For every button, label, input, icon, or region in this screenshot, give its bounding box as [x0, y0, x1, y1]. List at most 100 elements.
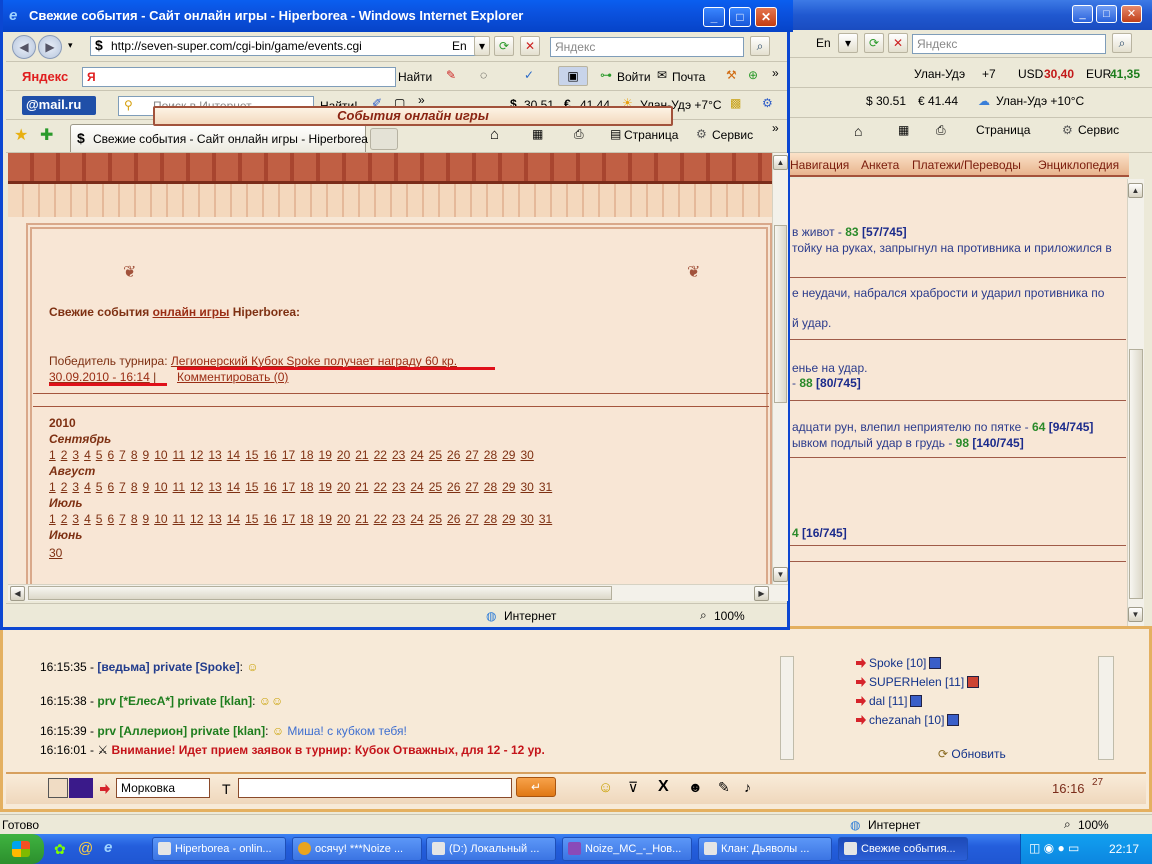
calendar-day-link[interactable]: 1	[49, 448, 56, 462]
calendar-day-link[interactable]: 2	[61, 480, 68, 494]
calendar-day-link[interactable]: 26	[447, 512, 460, 526]
close-button[interactable]: ✕	[755, 7, 777, 27]
refresh-button[interactable]: ⟳ Обновить	[938, 747, 1006, 761]
chat-nick[interactable]: [ведьма] private [Spoke]	[97, 660, 239, 674]
calendar-day-link[interactable]: 27	[465, 480, 478, 494]
chat-nick[interactable]: prv [Аллерион] private [klan]	[97, 724, 265, 738]
user-info-icon[interactable]	[929, 657, 942, 669]
task-noize-mc[interactable]: Noize_MC_-_Нов...	[562, 837, 692, 861]
color-picker-icon[interactable]	[48, 778, 68, 798]
log-scrollbar[interactable]: ▲ ▼	[1127, 179, 1144, 626]
calendar-day-link[interactable]: 11	[173, 480, 185, 494]
calendar-day-link[interactable]: 6	[107, 448, 114, 462]
calendar-day-link[interactable]: 24	[410, 512, 423, 526]
chat-scrollbar[interactable]	[780, 656, 794, 760]
calendar-day-link[interactable]: 17	[282, 512, 295, 526]
scroll-thumb[interactable]	[774, 225, 787, 403]
calendar-day-link[interactable]: 24	[410, 480, 423, 494]
calendar-day-link[interactable]: 23	[392, 512, 405, 526]
maximize-button[interactable]: □	[1096, 5, 1117, 23]
ie-icon[interactable]: e	[104, 839, 112, 856]
calendar-day-link[interactable]: 20	[337, 480, 350, 494]
home-icon[interactable]: ⌂	[854, 123, 862, 139]
calendar-day-link[interactable]: 19	[319, 448, 332, 462]
tray-clock[interactable]: 22:17	[1109, 842, 1139, 856]
weather[interactable]: Улан-Удэ +10°C	[996, 94, 1084, 108]
brush-icon[interactable]: ✎	[718, 779, 730, 796]
chat-message-input[interactable]	[238, 778, 512, 798]
calendar-day-link[interactable]: 6	[107, 512, 114, 526]
login-button[interactable]: Войти	[617, 70, 651, 84]
calendar-day-link[interactable]: 22	[374, 448, 387, 462]
minimize-button[interactable]: _	[703, 7, 725, 27]
close-button[interactable]: ✕	[1121, 5, 1142, 23]
calendar-day-link[interactable]: 31	[539, 480, 552, 494]
stop-icon[interactable]: ✕	[520, 36, 540, 56]
task-klan[interactable]: Клан: Дьяволы ...	[698, 837, 832, 861]
service-menu[interactable]: Сервис	[1078, 123, 1119, 137]
user-info-icon[interactable]	[910, 695, 923, 707]
calendar-day-link[interactable]: 23	[392, 480, 405, 494]
dropdown-icon[interactable]: ▾	[838, 33, 858, 53]
calendar-day-link[interactable]: 29	[502, 448, 515, 462]
scroll-right-icon[interactable]: ▶	[754, 586, 769, 601]
yandex-logo[interactable]: Яндекс	[22, 69, 68, 84]
task-local-disk[interactable]: (D:) Локальный ...	[426, 837, 556, 861]
calendar-day-link[interactable]: 11	[173, 512, 185, 526]
refresh-icon[interactable]: ⟳	[494, 36, 514, 56]
add-icon[interactable]: ⊕	[748, 68, 758, 82]
calendar-day-link[interactable]: 7	[119, 512, 126, 526]
search-icon[interactable]: ⌕	[1112, 33, 1132, 53]
calendar-day-link[interactable]: 6	[107, 480, 114, 494]
calendar-day-link[interactable]: 26	[447, 448, 460, 462]
favorites-star-icon[interactable]: ★	[14, 125, 28, 145]
mailru-logo[interactable]: @mail.ru	[22, 96, 96, 115]
userlist-scrollbar[interactable]	[1098, 656, 1114, 760]
calendar-day-link[interactable]: 3	[72, 448, 79, 462]
calendar-day-link[interactable]: 14	[227, 480, 240, 494]
map-icon[interactable]: ▩	[730, 96, 741, 110]
user-info-icon[interactable]	[967, 676, 980, 688]
calendar-day-link[interactable]: 8	[131, 512, 138, 526]
service-menu[interactable]: Сервис	[712, 128, 753, 142]
calendar-day-link[interactable]: 9	[143, 480, 150, 494]
online-game-link[interactable]: онлайн игры	[153, 305, 230, 319]
calendar-day-link[interactable]: 4	[84, 448, 91, 462]
forward-button[interactable]: ▶	[38, 35, 62, 59]
comment-link[interactable]: Комментировать (0)	[177, 370, 288, 384]
calendar-day-link[interactable]: 15	[245, 512, 258, 526]
mail-button[interactable]: Почта	[672, 70, 705, 84]
calendar-day-link[interactable]: 5	[96, 480, 103, 494]
zoom-level[interactable]: 100%	[1078, 818, 1109, 832]
calendar-day-link[interactable]: 3	[72, 480, 79, 494]
translate-icon[interactable]: ▣	[558, 66, 588, 86]
calendar-day-link[interactable]: 14	[227, 512, 240, 526]
calendar-day-link[interactable]: 14	[227, 448, 240, 462]
calendar-day-link[interactable]: 16	[263, 512, 276, 526]
filter-icon[interactable]: ⊽	[628, 779, 638, 796]
calendar-day-link[interactable]: 21	[355, 480, 368, 494]
calendar-day-link[interactable]: 20	[337, 448, 350, 462]
calendar-day-link[interactable]: 18	[300, 512, 313, 526]
hscroll-thumb[interactable]	[28, 586, 612, 600]
add-favorites-icon[interactable]: ✚	[40, 125, 53, 145]
name-input[interactable]: Морковка	[116, 778, 210, 798]
search-input[interactable]: Яндекс	[912, 34, 1106, 54]
scroll-thumb[interactable]	[1129, 349, 1143, 599]
calendar-day-link[interactable]: 25	[429, 480, 442, 494]
user-list-item[interactable]: SUPERHelen [11]	[856, 675, 980, 689]
task-hiperborea[interactable]: Hiperborea - onlin...	[152, 837, 286, 861]
calendar-day-link[interactable]: 25	[429, 512, 442, 526]
more-icon[interactable]: »	[772, 121, 779, 135]
calendar-day-link[interactable]: 29	[502, 480, 515, 494]
calendar-day-link[interactable]: 13	[208, 512, 221, 526]
calendar-day-link[interactable]: 11	[173, 448, 185, 462]
calendar-day-link[interactable]: 18	[300, 448, 313, 462]
users-icon[interactable]: ☻	[688, 779, 703, 795]
calendar-day-link[interactable]: 1	[49, 512, 56, 526]
chat-nick[interactable]: prv [*ЕлесА*] private [klan]	[97, 694, 252, 708]
calendar-day-link[interactable]: 26	[447, 480, 460, 494]
calendar-day-link[interactable]: 16	[263, 448, 276, 462]
calendar-day-link[interactable]: 21	[355, 448, 368, 462]
event-date[interactable]: 30.09.2010 - 16:14	[49, 370, 150, 384]
